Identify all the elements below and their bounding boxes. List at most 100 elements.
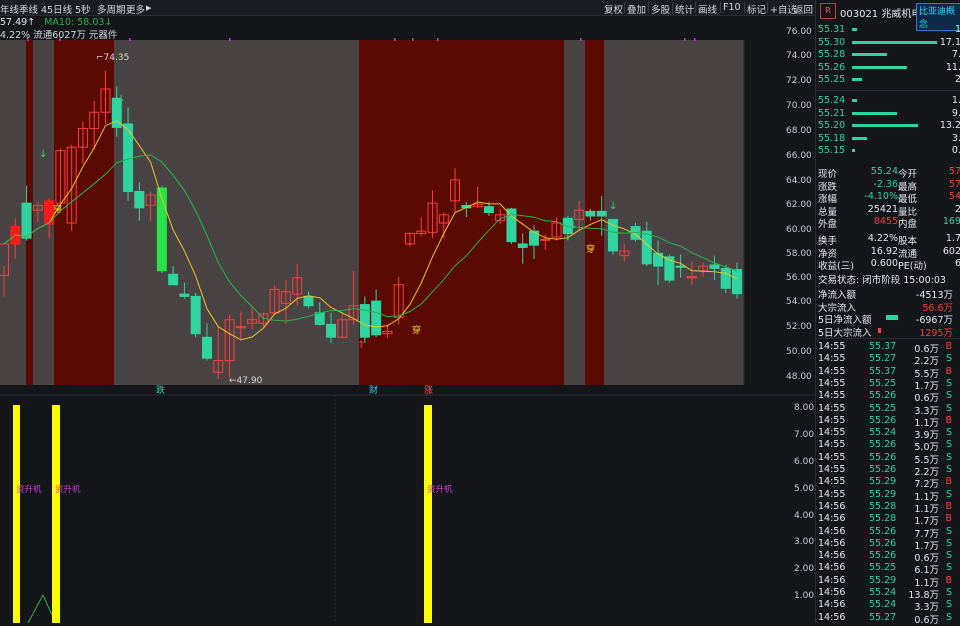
bids-price: 55.24 — [818, 95, 846, 106]
signal-label: 穿 — [53, 203, 62, 215]
tool-6[interactable]: 标记 — [747, 2, 766, 16]
tick-side: B — [945, 476, 952, 488]
candle-body — [720, 267, 731, 289]
price-tick: 62.00 — [786, 200, 812, 210]
tick-time: 14:55 — [818, 451, 846, 463]
candle-body — [585, 210, 596, 217]
tick-side: S — [945, 390, 952, 402]
volume-bar — [852, 65, 907, 69]
bids-price: 55.18 — [818, 132, 846, 144]
down-arrow-icon: ↓ — [117, 94, 125, 105]
price-tick: 58.00 — [786, 249, 812, 259]
asks-row[interactable]: 55.30 17.1 — [816, 37, 960, 49]
price-tick: 54.00 — [786, 297, 812, 307]
period-4[interactable]: 多周期 — [97, 2, 126, 16]
asks-row[interactable]: 55.31 1 — [816, 24, 960, 36]
period-0[interactable]: 年线 — [0, 2, 19, 16]
tick-time: 14:56 — [818, 599, 846, 611]
indicator-tick: 8.00 — [794, 403, 815, 413]
bids-row[interactable]: 55.20 13.2 — [816, 120, 960, 132]
tick-time: 14:56 — [818, 500, 846, 512]
tick-row: 14:55 55.29 7.2万 B — [816, 476, 960, 490]
tick-time: 14:56 — [818, 525, 846, 537]
tick-price: 55.37 — [869, 341, 897, 352]
flow-row: 5日大宗流入 1295万 — [816, 325, 960, 339]
bids-row[interactable]: 55.24 1. — [816, 95, 960, 107]
volume-bar — [852, 78, 862, 81]
tick-row: 14:56 55.24 3.3万 S — [816, 599, 960, 613]
price-tick: 68.00 — [786, 126, 812, 136]
candle-body — [371, 300, 382, 336]
candle-body — [529, 230, 540, 246]
tool-7[interactable]: +自选 — [770, 2, 797, 16]
quote-value: -2.36 — [873, 178, 898, 190]
candle-body — [179, 293, 190, 297]
quote-value: 8455 — [873, 216, 898, 227]
event-marker — [27, 38, 29, 41]
candle-body — [314, 312, 325, 325]
trade-state: 交易状态: 闭市阶段 15:00:03 — [816, 272, 960, 286]
tick-price: 55.26 — [869, 525, 897, 537]
rong-icon: R — [820, 3, 836, 19]
tick-row: 14:55 55.25 3.3万 S — [816, 402, 960, 417]
volume-bar — [852, 53, 887, 56]
indicator-tick: 7.00 — [794, 430, 815, 440]
tool-4[interactable]: 画线 — [698, 2, 717, 16]
period-1[interactable]: 季线 — [19, 2, 38, 16]
tick-price: 55.26 — [869, 550, 897, 562]
signal-bar-label: 资升机 — [16, 484, 42, 495]
bids-volume: 9. — [951, 107, 960, 119]
toolbar-divider — [672, 2, 673, 13]
tick-row: 14:56 55.28 1.7万 B — [816, 513, 960, 527]
candle-body — [540, 238, 551, 241]
quote-value: 1.7 — [945, 233, 960, 244]
asks-row[interactable]: 55.26 11. — [816, 62, 960, 74]
candle-body — [653, 252, 664, 267]
quote-value: 4.22% — [867, 233, 898, 244]
tick-time: 14:56 — [818, 513, 846, 525]
tick-time: 14:55 — [818, 414, 846, 426]
tool-3[interactable]: 统计 — [675, 2, 694, 16]
asks-volume: 7. — [951, 49, 960, 60]
bids-volume: 0. — [951, 145, 960, 156]
signal-bar — [13, 405, 20, 623]
down-arrow-icon: ↓ — [609, 201, 617, 212]
event-marker — [412, 38, 414, 41]
period-5[interactable]: 更多 — [126, 2, 145, 16]
tick-side: B — [945, 414, 952, 426]
tick-side: S — [945, 402, 952, 414]
bids-row[interactable]: 55.15 0. — [816, 145, 960, 157]
tool-0[interactable]: 复权 — [604, 2, 623, 16]
quote-value: 25421 — [867, 203, 898, 215]
period-2[interactable]: 45日线 — [41, 2, 72, 16]
kline-chart[interactable]: ⌐74.35←47.90穿穿穿跌财涨↓↓↓↓↑资升机 资升机 资升机 — [0, 15, 815, 623]
tick-row: 14:55 55.26 2.2万 S — [816, 464, 960, 478]
period-3[interactable]: 5秒 — [75, 2, 91, 16]
tick-price: 55.26 — [869, 439, 897, 451]
event-marker — [394, 38, 396, 41]
tick-row: 14:55 55.37 5.5万 B — [816, 366, 960, 380]
chevron-right-icon: ▶ — [146, 4, 152, 12]
asks-row[interactable]: 55.28 7. — [816, 49, 960, 61]
quote-row: 净资 16.92 流通 602 — [816, 246, 960, 260]
flow-row: 5日净流入额 -6967万 — [816, 312, 960, 326]
tick-side: S — [945, 562, 952, 574]
tick-side: S — [945, 488, 952, 500]
signal-bar — [424, 405, 432, 623]
tool-5[interactable]: F10 — [723, 2, 741, 13]
tool-8[interactable]: 返回 — [794, 2, 813, 16]
quote-value: 2 — [954, 203, 960, 215]
tool-2[interactable]: 多股 — [651, 2, 670, 16]
bids-row[interactable]: 55.21 9. — [816, 108, 960, 120]
tick-volume: 0.6万 — [914, 614, 939, 626]
bids-row[interactable]: 55.18 3. — [816, 133, 960, 145]
quote-row: 涨跌 -2.36 最高 57 — [816, 178, 960, 193]
candle-body — [156, 187, 167, 272]
price-tick: 66.00 — [786, 151, 812, 161]
stock-title[interactable]: 003021 兆威机电 — [840, 5, 921, 20]
quote-row: 总量 25421 量比 2 — [816, 203, 960, 218]
tick-side: S — [945, 439, 952, 451]
asks-row[interactable]: 55.25 2 — [816, 74, 960, 86]
tool-1[interactable]: 叠加 — [627, 2, 646, 16]
tick-time: 14:55 — [818, 439, 846, 451]
